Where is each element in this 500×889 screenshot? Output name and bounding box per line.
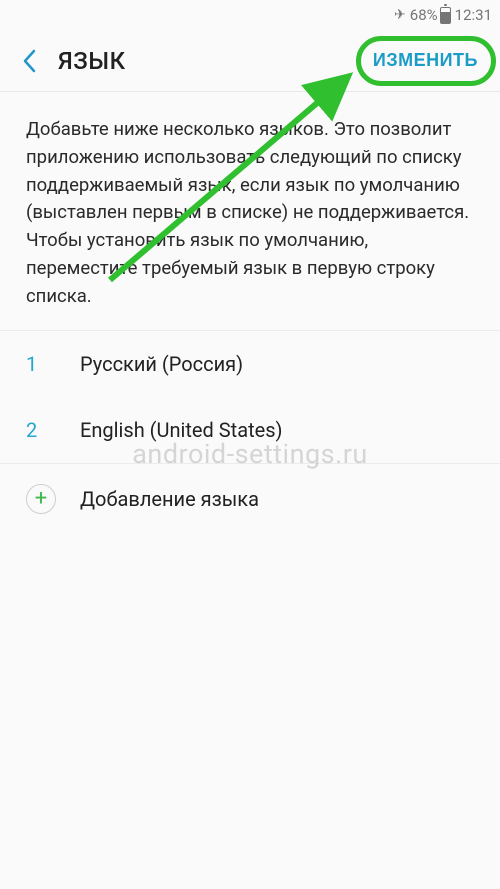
description-text: Добавьте ниже несколько языков. Это позв…	[0, 92, 500, 331]
language-index: 1	[26, 352, 80, 376]
plus-icon: +	[26, 484, 56, 514]
app-bar: ЯЗЫК ИЗМЕНИТЬ	[0, 30, 500, 92]
add-language-button[interactable]: + Добавление языка	[0, 463, 500, 533]
back-button[interactable]	[14, 46, 44, 76]
list-item[interactable]: 2 English (United States)	[0, 397, 500, 463]
back-icon	[22, 49, 36, 73]
edit-button[interactable]: ИЗМЕНИТЬ	[367, 44, 484, 77]
language-name: English (United States)	[80, 418, 283, 442]
add-language-label: Добавление языка	[80, 487, 259, 511]
language-index: 2	[26, 418, 80, 442]
page-title: ЯЗЫК	[58, 47, 126, 75]
language-list: 1 Русский (Россия) 2 English (United Sta…	[0, 331, 500, 463]
battery-icon	[440, 7, 451, 24]
status-bar: ✈ 68% 12:31	[0, 0, 500, 30]
battery-percent: 68%	[410, 6, 438, 24]
language-name: Русский (Россия)	[80, 352, 243, 376]
clock: 12:31	[455, 6, 492, 24]
battery-indicator: 68%	[410, 6, 451, 24]
list-item[interactable]: 1 Русский (Россия)	[0, 331, 500, 397]
airplane-mode-icon: ✈	[394, 7, 406, 23]
